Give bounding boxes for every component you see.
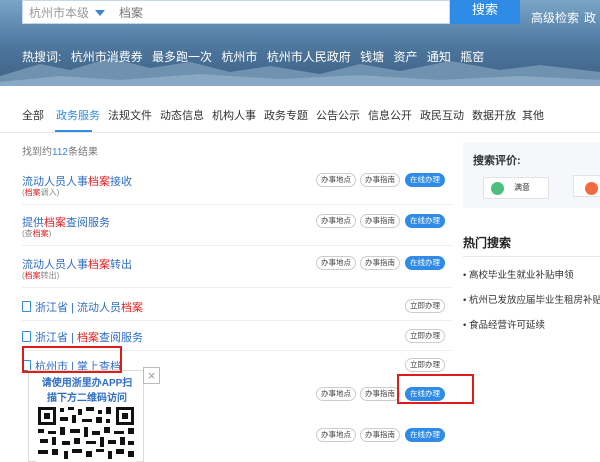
nav-divider bbox=[0, 132, 600, 133]
office-location-button[interactable]: 办事地点 bbox=[316, 214, 356, 228]
scope-select[interactable]: 杭州市本级 bbox=[29, 4, 115, 22]
search-box: 杭州市本级 bbox=[22, 0, 450, 24]
result-title[interactable]: 浙江省 | 流动人员档案 bbox=[22, 299, 143, 315]
search-input[interactable] bbox=[119, 3, 439, 23]
hot-search-item[interactable]: • 食品经营许可延续 bbox=[463, 317, 545, 331]
row-divider bbox=[22, 245, 452, 246]
list-item: 流动人员人事档案转出 (档案转出) 办事地点 办事指南 在线办理 bbox=[22, 256, 452, 286]
smile-icon bbox=[491, 182, 504, 195]
hotword[interactable]: 杭州市人民政府 bbox=[267, 50, 351, 64]
hot-search-item[interactable]: • 杭州已发放应届毕业生租房补贴超 bbox=[463, 292, 600, 306]
search-button[interactable]: 搜索 bbox=[450, 0, 520, 24]
tab-topics[interactable]: 政务专题 bbox=[264, 107, 308, 123]
tab-other[interactable]: 其他 bbox=[522, 107, 544, 123]
office-guide-button[interactable]: 办事指南 bbox=[360, 173, 400, 187]
row-divider bbox=[22, 204, 452, 205]
phone-icon bbox=[22, 301, 31, 312]
scope-value: 杭州市本级 bbox=[29, 6, 90, 20]
tab-regulations[interactable]: 法规文件 bbox=[108, 107, 152, 123]
hotwords-label: 热搜词: bbox=[22, 50, 62, 64]
tab-interaction[interactable]: 政民互动 bbox=[420, 107, 464, 123]
office-guide-button[interactable]: 办事指南 bbox=[360, 428, 400, 442]
handle-now-button[interactable]: 立即办理 bbox=[405, 329, 445, 343]
handle-now-button[interactable]: 立即办理 bbox=[405, 358, 445, 372]
hotword[interactable]: 杭州市 bbox=[221, 50, 257, 64]
chevron-down-icon bbox=[95, 10, 105, 16]
hotword[interactable]: 钱塘 bbox=[360, 50, 384, 64]
frown-icon bbox=[585, 182, 598, 195]
list-item: 提供档案查阅服务 (查档案) 办事地点 办事指南 在线办理 bbox=[22, 214, 452, 244]
row-divider bbox=[22, 287, 452, 288]
gov-link-cut[interactable]: 政 bbox=[584, 9, 596, 26]
tab-disclosure[interactable]: 信息公开 bbox=[368, 107, 412, 123]
office-location-button[interactable]: 办事地点 bbox=[316, 173, 356, 187]
eval-title: 搜索评价: bbox=[473, 155, 521, 167]
office-location-button[interactable]: 办事地点 bbox=[316, 256, 356, 270]
result-title[interactable]: 浙江省 | 档案查阅服务 bbox=[22, 329, 143, 345]
hotword[interactable]: 最多跑一次 bbox=[152, 50, 212, 64]
qr-instructions: 请使用浙里办APP扫 描下方二维码访问 bbox=[41, 378, 133, 404]
qr-code[interactable] bbox=[36, 405, 136, 462]
advanced-search-link[interactable]: 高级检索 bbox=[531, 9, 579, 26]
list-item: 流动人员人事档案接收 (档案调入) 办事地点 办事指南 在线办理 bbox=[22, 173, 452, 203]
tab-open-data[interactable]: 数据开放 bbox=[472, 107, 516, 123]
row-divider bbox=[22, 320, 452, 321]
tab-gov-services[interactable]: 政务服务 bbox=[56, 107, 100, 123]
result-tag: (查档案) bbox=[22, 229, 52, 238]
hotwords-bar: 热搜词: 杭州市消费券 最多跑一次 杭州市 杭州市人民政府 钱塘 资产 通知 瓶… bbox=[22, 48, 490, 65]
hotword[interactable]: 瓶窑 bbox=[460, 50, 484, 64]
hotword[interactable]: 通知 bbox=[427, 50, 451, 64]
handle-online-button[interactable]: 在线办理 bbox=[405, 256, 445, 270]
handle-online-button[interactable]: 在线办理 bbox=[405, 214, 445, 228]
office-guide-button[interactable]: 办事指南 bbox=[360, 256, 400, 270]
hot-search-item[interactable]: • 高校毕业生就业补贴申领 bbox=[463, 267, 573, 281]
list-item: 浙江省 | 流动人员档案 立即办理 bbox=[22, 299, 452, 329]
office-location-button[interactable]: 办事地点 bbox=[316, 387, 356, 401]
result-count: 找到约112条结果 bbox=[22, 147, 98, 158]
annotation-highlight-button bbox=[397, 374, 474, 404]
hot-search-divider bbox=[463, 256, 600, 257]
handle-now-button[interactable]: 立即办理 bbox=[405, 299, 445, 313]
annotation-highlight-title bbox=[22, 346, 122, 373]
close-icon[interactable]: × bbox=[143, 367, 160, 384]
result-count-number: 112 bbox=[52, 147, 68, 158]
tab-announcements[interactable]: 公告公示 bbox=[316, 107, 360, 123]
hotword[interactable]: 资产 bbox=[393, 50, 417, 64]
hot-search-title: 热门搜索 bbox=[463, 236, 512, 250]
tab-news[interactable]: 动态信息 bbox=[160, 107, 204, 123]
handle-online-button[interactable]: 在线办理 bbox=[405, 173, 445, 187]
office-guide-button[interactable]: 办事指南 bbox=[360, 387, 400, 401]
hotword[interactable]: 杭州市消费券 bbox=[71, 50, 143, 64]
handle-online-button[interactable]: 在线办理 bbox=[405, 428, 445, 442]
phone-icon bbox=[22, 331, 31, 342]
tab-all[interactable]: 全部 bbox=[22, 107, 44, 123]
tab-personnel[interactable]: 机构人事 bbox=[212, 107, 256, 123]
office-location-button[interactable]: 办事地点 bbox=[316, 428, 356, 442]
result-tag: (档案调入) bbox=[22, 188, 60, 197]
office-guide-button[interactable]: 办事指南 bbox=[360, 214, 400, 228]
result-tag: (档案转出) bbox=[22, 271, 60, 280]
header-banner: 杭州市本级 搜索 高级检索 政 热搜词: 杭州市消费券 最多跑一次 杭州市 杭州… bbox=[0, 0, 600, 86]
